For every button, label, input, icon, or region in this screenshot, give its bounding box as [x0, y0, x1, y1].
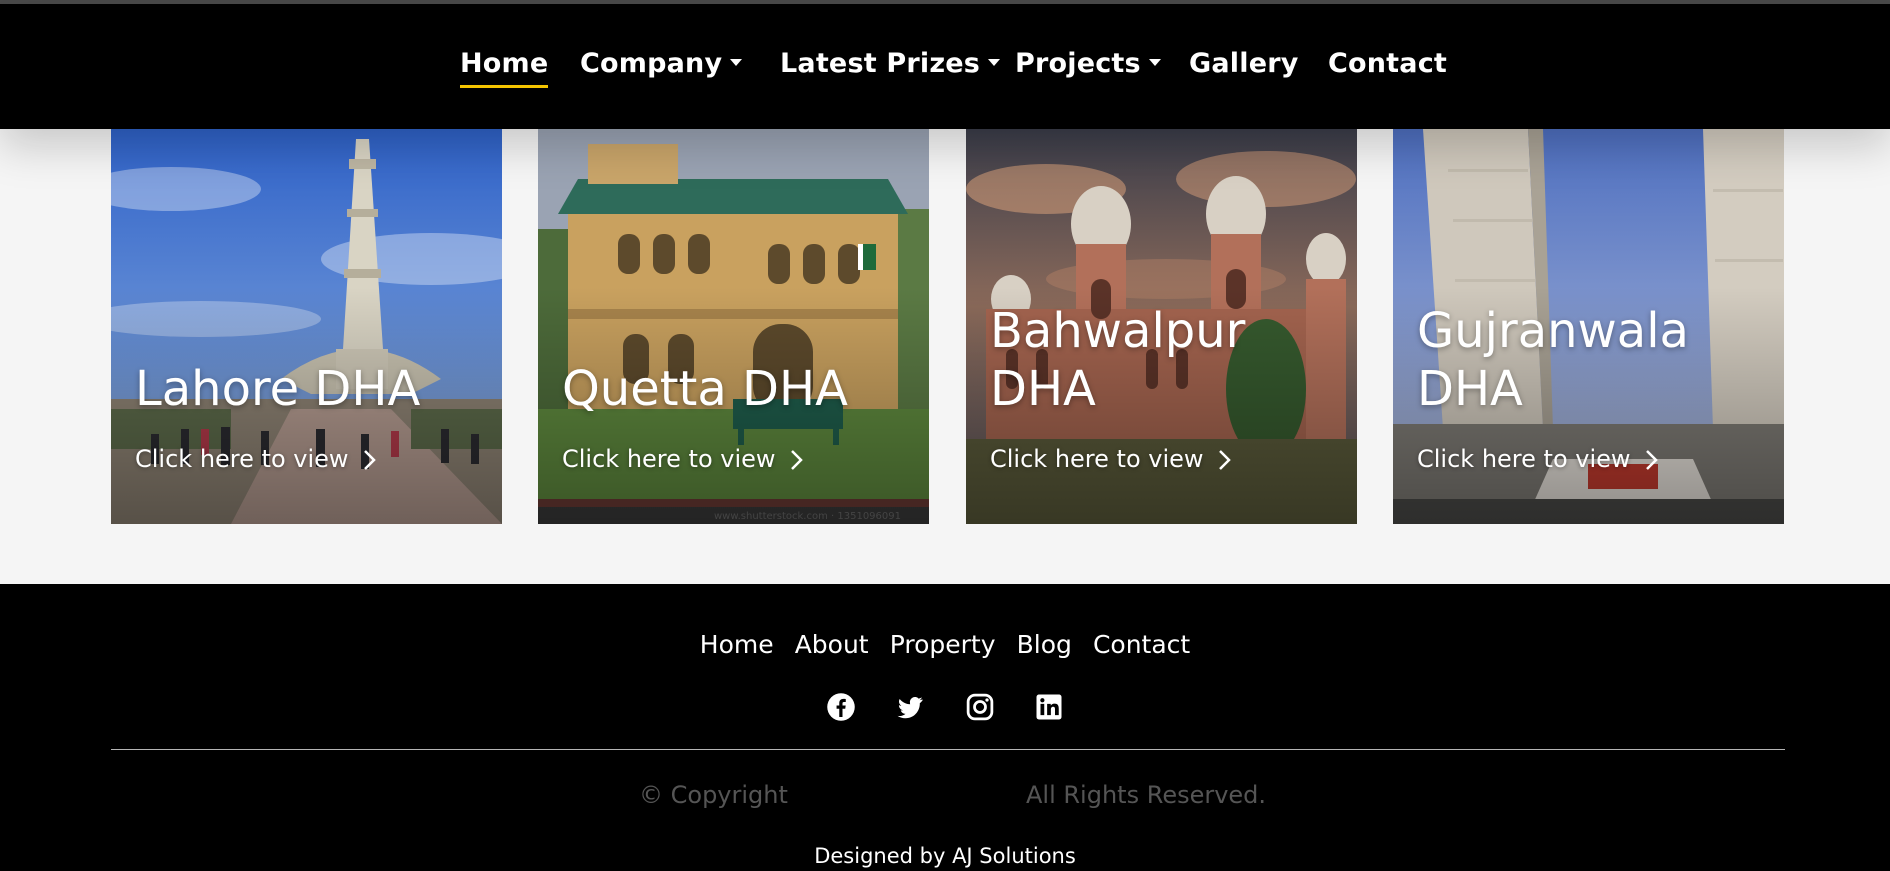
- chevron-down-icon: [988, 59, 1001, 66]
- nav-company[interactable]: Company: [580, 46, 743, 82]
- chevron-right-icon: [790, 450, 803, 470]
- chevron-right-icon: [1218, 450, 1231, 470]
- card-view-link[interactable]: Click here to view: [562, 444, 804, 474]
- chevron-right-icon: [1645, 450, 1658, 470]
- card-link-label: Click here to view: [562, 445, 776, 473]
- nav-home[interactable]: Home: [460, 46, 549, 88]
- footer-link-property[interactable]: Property: [890, 628, 996, 662]
- card-gujranwala-dha[interactable]: Gujranwala DHA Click here to view: [1393, 129, 1784, 524]
- card-lahore-dha[interactable]: Lahore DHA Click here to view: [111, 129, 502, 524]
- card-link-label: Click here to view: [135, 445, 349, 473]
- linkedin-icon[interactable]: [1034, 692, 1064, 722]
- designed-by-text: Designed by AJ Solutions: [814, 844, 1076, 868]
- facebook-icon[interactable]: [826, 692, 856, 722]
- nav-latest-prizes-label: Latest Prizes: [780, 48, 981, 79]
- card-link-label: Click here to view: [990, 445, 1204, 473]
- card-quetta-dha[interactable]: www.shutterstock.com · 1351096091 Quetta…: [538, 129, 929, 524]
- card-title: Quetta DHA: [562, 361, 848, 417]
- footer-divider: [111, 749, 1785, 750]
- nav-gallery[interactable]: Gallery: [1189, 46, 1299, 82]
- rights-reserved-text: All Rights Reserved.: [1026, 781, 1267, 809]
- card-view-link[interactable]: Click here to view: [1417, 444, 1659, 474]
- footer-link-blog[interactable]: Blog: [1017, 628, 1072, 662]
- social-links: [0, 692, 1890, 722]
- nav-projects[interactable]: Projects: [1015, 46, 1161, 82]
- chevron-right-icon: [363, 450, 376, 470]
- card-view-link[interactable]: Click here to view: [990, 444, 1232, 474]
- copyright-text: © Copyright: [639, 781, 788, 809]
- card-title: Bahwalpur DHA: [990, 303, 1246, 417]
- footer-link-about[interactable]: About: [795, 628, 869, 662]
- site-footer: Home About Property Blog Contact © Copyr…: [0, 584, 1890, 871]
- dha-cards-section: Lahore DHA Click here to view www.shutte…: [0, 129, 1890, 584]
- image-watermark: www.shutterstock.com · 1351096091: [713, 511, 901, 522]
- twitter-icon[interactable]: [895, 692, 925, 722]
- nav-projects-label: Projects: [1015, 48, 1141, 79]
- chevron-down-icon: [1148, 59, 1161, 66]
- nav-company-label: Company: [580, 48, 723, 79]
- nav-home-label: Home: [460, 48, 549, 79]
- footer-nav: Home About Property Blog Contact: [0, 628, 1890, 662]
- nav-contact[interactable]: Contact: [1328, 46, 1447, 82]
- card-title: Lahore DHA: [135, 361, 421, 417]
- footer-link-home[interactable]: Home: [700, 628, 774, 662]
- nav-gallery-label: Gallery: [1189, 48, 1299, 79]
- card-link-label: Click here to view: [1417, 445, 1631, 473]
- card-title: Gujranwala DHA: [1417, 303, 1689, 417]
- card-bahwalpur-dha[interactable]: Bahwalpur DHA Click here to view: [966, 129, 1357, 524]
- card-view-link[interactable]: Click here to view: [135, 444, 377, 474]
- nav-latest-prizes[interactable]: Latest Prizes: [780, 46, 1001, 82]
- footer-link-contact[interactable]: Contact: [1093, 628, 1190, 662]
- main-navbar: Home Company Latest Prizes Projects Gall…: [0, 4, 1890, 129]
- chevron-down-icon: [730, 59, 743, 66]
- instagram-icon[interactable]: [965, 692, 995, 722]
- nav-contact-label: Contact: [1328, 48, 1448, 79]
